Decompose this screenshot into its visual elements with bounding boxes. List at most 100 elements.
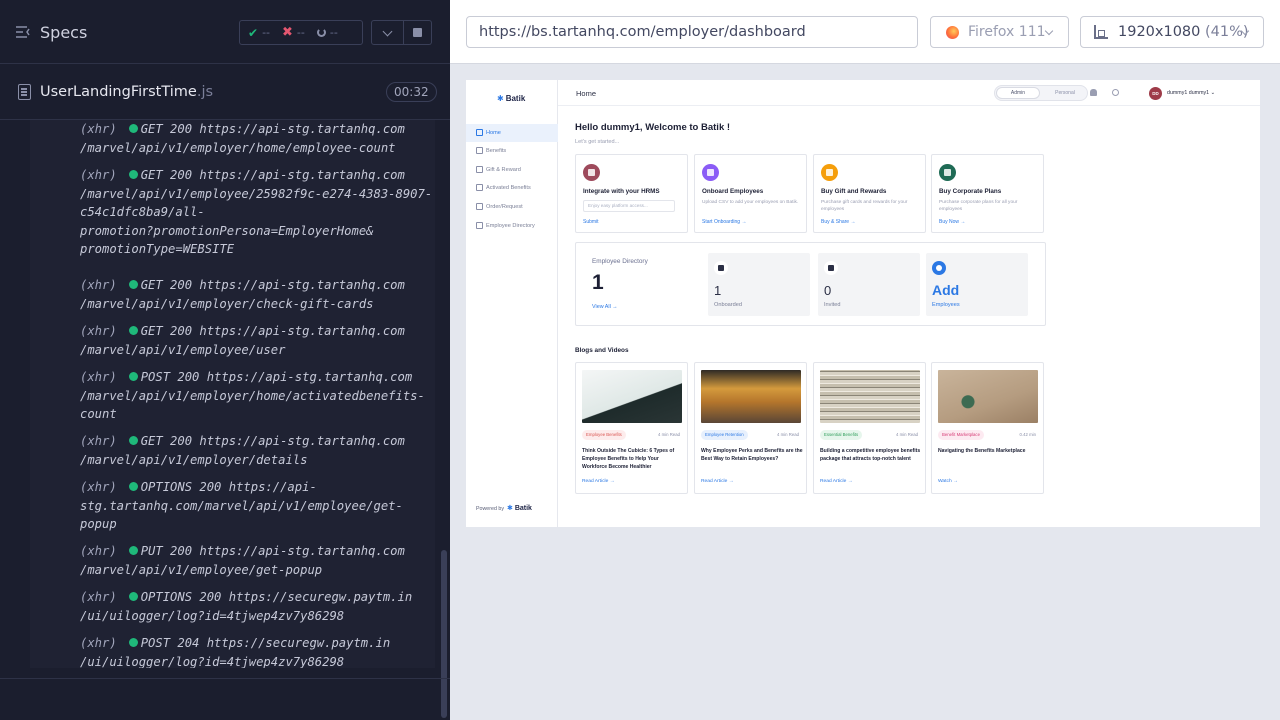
file-icon (18, 84, 31, 100)
spec-file-name: UserLandingFirstTime.js (40, 84, 214, 100)
sidebar-item-benefits[interactable]: Benefits (466, 142, 558, 160)
log-entry[interactable]: (xhr) GET 200 https://api-stg.tartanhq.co… (80, 322, 430, 359)
spinner-icon (316, 28, 326, 37)
blog-card[interactable]: Employee Retention 4 min Read Why Employee… (694, 362, 807, 494)
log-entry[interactable]: (xhr) GET 200 https://api-stg.tartanhq.co… (80, 120, 430, 157)
sidebar-item-gift-reward[interactable]: Gift & Reward (466, 161, 558, 179)
log-entry[interactable]: (xhr) POST 204 https://securegw.paytm.in … (80, 634, 430, 668)
command-log: (xhr) GET 200 https://api-stg.tartanhq.co… (30, 120, 435, 668)
arrow-icon: → (608, 479, 615, 484)
blog-thumbnail[interactable] (820, 370, 920, 423)
batik-logo-small: ✱ Batik (506, 505, 532, 512)
blog-title: Building a competitive employee benefits… (820, 448, 921, 462)
powered-by: Powered by ✱ Batik (476, 505, 532, 512)
log-entry[interactable]: (xhr) OPTIONS 200 https://api- stg.tartan… (80, 478, 430, 534)
add-employees-button[interactable]: Add Employees (926, 253, 1028, 316)
log-entry[interactable]: (xhr) GET 200 https://api-stg.tartanhq.co… (80, 276, 430, 313)
log-entry[interactable]: (xhr) PUT 200 https://api-stg.tartanhq.co… (80, 542, 430, 579)
command-log-scrollbar[interactable] (441, 550, 447, 718)
card-link[interactable]: Buy & Share → (821, 219, 855, 225)
sidebar-item-order-request[interactable]: Order/Request (466, 198, 558, 216)
gift-reward-icon (476, 166, 483, 173)
activated-benefits-icon (476, 184, 483, 191)
log-entry[interactable]: (xhr) GET 200 https://api-stg.tartanhq.co… (80, 432, 430, 469)
sidebar-item-employee-directory[interactable]: Employee Directory (466, 217, 558, 235)
blog-link[interactable]: Read Article → (820, 479, 853, 484)
user-menu[interactable]: dummy1 dummy1 ⌄ (1167, 90, 1215, 96)
check-icon: ✔ (248, 25, 259, 40)
page-title: Hello dummy1, Welcome to Batik ! (575, 122, 731, 133)
send-icon (824, 261, 838, 275)
passed-count: ✔ -- (248, 25, 271, 40)
action-card: Buy Gift and Rewards Purchase gift cards … (813, 154, 926, 233)
browser-selector[interactable]: Firefox 111 (930, 16, 1069, 48)
status-dot-icon (128, 436, 138, 445)
specs-title[interactable]: Specs (40, 23, 87, 42)
blog-link[interactable]: Read Article → (701, 479, 734, 484)
blog-card[interactable]: Employee Benefits 4 min Read Think Outside… (575, 362, 688, 494)
role-toggle: Admin Personal (994, 85, 1088, 101)
read-time: 4 min Read (777, 432, 799, 437)
log-entry[interactable]: (xhr) OPTIONS 200 https://securegw.paytm.… (80, 588, 430, 625)
blog-card[interactable]: Benefit Marketplace 0.42 min Navigating th… (931, 362, 1044, 494)
specs-list-icon[interactable] (16, 26, 31, 39)
sidebar-item-activated-benefits[interactable]: Activated Benefits (466, 179, 558, 197)
log-entry[interactable]: (xhr) POST 200 https://api-stg.tartanhq.c… (80, 368, 430, 424)
pending-count: -- (316, 26, 338, 39)
benefits-icon (476, 147, 483, 154)
main-content: Hello dummy1, Welcome to Batik ! Let's g… (558, 106, 1260, 527)
gift-icon (821, 164, 838, 181)
batik-dashboard: ✱ Batik Home Benefits Gift & Reward Activate… (466, 80, 1260, 527)
spec-file-header: UserLandingFirstTime.js 00:32 (0, 64, 450, 120)
status-dot-icon (128, 638, 138, 647)
arrow-icon: → (846, 479, 853, 484)
blog-link[interactable]: Read Article → (582, 479, 615, 484)
url-field[interactable]: https://bs.tartanhq.com/employer/dashboa… (466, 16, 918, 48)
blog-thumbnail[interactable] (938, 370, 1038, 423)
arrow-icon: → (959, 219, 966, 225)
read-time: 0.42 min (1019, 432, 1036, 437)
role-personal-button[interactable]: Personal (1045, 87, 1085, 99)
sidebar-item-home[interactable]: Home (466, 124, 558, 142)
status-dot-icon (128, 372, 138, 381)
arrow-icon: → (951, 479, 958, 484)
blog-card[interactable]: Essential Benefits 4 min Read Building a c… (813, 362, 926, 494)
chevron-down-button[interactable] (371, 20, 404, 45)
card-link[interactable]: Submit (583, 219, 599, 225)
card-link[interactable]: Buy Now → (939, 219, 965, 225)
action-card: Integrate with your HRMS Enjoy easy platf… (575, 154, 688, 233)
chevron-down-icon (1044, 26, 1054, 36)
avatar[interactable]: DD (1149, 87, 1162, 100)
chevron-down-icon: ⌄ (1210, 90, 1216, 96)
status-dot-icon (128, 326, 138, 335)
viewport-selector[interactable]: 1920x1080 (41%) (1080, 16, 1264, 48)
blog-thumbnail[interactable] (582, 370, 682, 423)
hrms-input[interactable]: Enjoy easy platform access... (583, 200, 675, 212)
log-entry[interactable]: (xhr) GET 200 https://api-stg.tartanhq.co… (80, 166, 432, 259)
blogs-title: Blogs and Videos (575, 347, 629, 354)
status-dot-icon (128, 170, 138, 179)
invited-stat: 0 Invited (818, 253, 920, 316)
directory-title: Employee Directory (592, 258, 648, 265)
home-icon (476, 129, 483, 136)
read-time: 4 min Read (896, 432, 918, 437)
blog-link[interactable]: Watch → (938, 479, 958, 484)
bell-icon[interactable] (1090, 89, 1097, 96)
stop-button[interactable] (404, 20, 432, 45)
blog-tag: Essential Benefits (820, 430, 863, 440)
batik-logo[interactable]: ✱ Batik (497, 94, 525, 103)
chat-icon[interactable] (1112, 89, 1119, 96)
firefox-icon (946, 26, 959, 39)
blog-tag: Benefit Marketplace (938, 430, 984, 440)
blog-thumbnail[interactable] (701, 370, 801, 423)
employee-directory-icon (476, 222, 483, 229)
test-runner-panel: Specs ✔ -- ✖ -- -- UserLandingFirstTime.js… (0, 0, 450, 720)
page-subtitle: Let's get started... (575, 139, 620, 145)
card-link[interactable]: Start Onboarding → (702, 219, 746, 225)
sidebar: ✱ Batik Home Benefits Gift & Reward Activate… (466, 80, 558, 527)
aut-header: https://bs.tartanhq.com/employer/dashboa… (450, 0, 1280, 64)
status-dot-icon (128, 592, 138, 601)
view-all-link[interactable]: View All → (592, 304, 618, 310)
blog-tag: Employee Benefits (582, 430, 626, 440)
role-admin-button[interactable]: Admin (996, 87, 1040, 99)
